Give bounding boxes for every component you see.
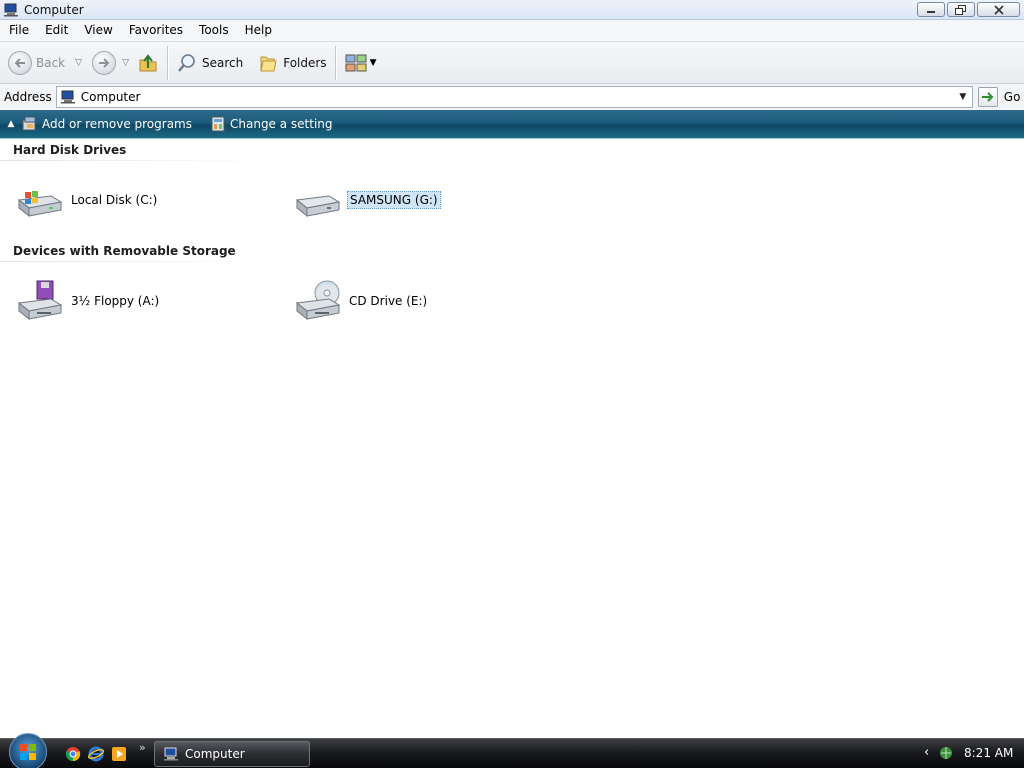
up-folder-button[interactable] bbox=[133, 47, 163, 79]
programs-icon bbox=[22, 116, 36, 131]
folders-label: Folders bbox=[283, 55, 327, 70]
show-hidden-icons-icon[interactable]: ‹ bbox=[924, 745, 929, 760]
views-dropdown-icon: ▼ bbox=[369, 57, 377, 68]
search-label: Search bbox=[201, 55, 244, 70]
media-player-icon[interactable] bbox=[111, 746, 127, 762]
address-field[interactable]: Computer ▼ bbox=[55, 86, 973, 108]
back-label: Back bbox=[36, 55, 66, 70]
drive-item-local-disk-c[interactable]: Local Disk (C:) bbox=[15, 178, 159, 222]
hard-drive-windows-icon bbox=[17, 191, 63, 218]
hard-drive-icon bbox=[295, 195, 341, 218]
chrome-icon[interactable] bbox=[65, 746, 81, 762]
menu-help[interactable]: Help bbox=[237, 20, 280, 41]
menu-bar: File Edit View Favorites Tools Help bbox=[0, 20, 1024, 41]
internet-explorer-icon[interactable] bbox=[88, 746, 104, 762]
search-icon bbox=[178, 53, 195, 72]
title-bar[interactable]: Computer bbox=[0, 0, 1024, 20]
drive-label: CD Drive (E:) bbox=[349, 294, 428, 308]
control-panel-icon bbox=[211, 116, 225, 132]
taskbar-window-label: Computer bbox=[185, 747, 245, 761]
drive-item-cd-e[interactable]: CD Drive (E:) bbox=[293, 279, 429, 323]
window-title: Computer bbox=[24, 2, 84, 17]
address-value: Computer bbox=[80, 90, 141, 104]
toolbar-separator bbox=[334, 45, 336, 80]
drive-label: SAMSUNG (G:) bbox=[347, 191, 441, 209]
collapse-icon[interactable]: ▲ bbox=[0, 119, 22, 129]
back-dropdown-icon[interactable]: ▽ bbox=[75, 58, 82, 68]
change-setting-link[interactable]: Change a setting bbox=[210, 116, 333, 132]
address-label: Address bbox=[4, 90, 52, 104]
floppy-drive-icon bbox=[17, 280, 63, 321]
go-button[interactable]: Go bbox=[977, 87, 1021, 107]
close-button[interactable] bbox=[977, 2, 1020, 17]
toolbar: Back ▽ ▽ Search Folders ▼ bbox=[0, 41, 1024, 84]
group-header-removable-storage: Devices with Removable Storage bbox=[13, 244, 236, 258]
window-controls bbox=[917, 2, 1020, 17]
forward-arrow-icon bbox=[92, 50, 117, 75]
folder-up-icon bbox=[139, 53, 157, 71]
address-bar: Address Computer ▼ Go bbox=[0, 84, 1024, 110]
add-remove-programs-link[interactable]: Add or remove programs bbox=[22, 116, 192, 132]
drive-item-samsung-g[interactable]: SAMSUNG (G:) bbox=[293, 178, 441, 222]
computer-icon bbox=[4, 3, 18, 16]
file-view[interactable]: Hard Disk Drives Local Disk (C:) SAMSUNG… bbox=[0, 140, 1024, 738]
folders-icon bbox=[260, 56, 277, 71]
add-remove-programs-label: Add or remove programs bbox=[42, 117, 192, 131]
folders-button[interactable]: Folders bbox=[253, 47, 330, 79]
forward-button[interactable] bbox=[88, 47, 120, 79]
change-setting-label: Change a setting bbox=[230, 117, 333, 131]
go-arrow-icon bbox=[977, 87, 998, 107]
menu-favorites[interactable]: Favorites bbox=[121, 20, 191, 41]
back-button[interactable]: Back bbox=[4, 47, 69, 79]
restore-button[interactable] bbox=[947, 2, 975, 17]
network-icon[interactable] bbox=[937, 745, 955, 761]
quick-launch-more-icon[interactable]: » bbox=[139, 741, 146, 754]
back-arrow-icon bbox=[8, 50, 32, 75]
windows-logo-icon bbox=[20, 744, 36, 760]
taskbar: » Computer ‹ 8:21 AM bbox=[0, 733, 1024, 768]
computer-icon bbox=[60, 90, 75, 104]
address-dropdown-icon[interactable]: ▼ bbox=[954, 87, 972, 107]
minimize-button[interactable] bbox=[917, 2, 945, 17]
menu-edit[interactable]: Edit bbox=[37, 20, 76, 41]
clock[interactable]: 8:21 AM bbox=[964, 746, 1013, 760]
taskbar-window-button[interactable]: Computer bbox=[154, 741, 310, 767]
drive-label: Local Disk (C:) bbox=[71, 193, 158, 207]
start-button[interactable] bbox=[9, 733, 47, 768]
task-band: ▲ Add or remove programs Change a settin… bbox=[0, 110, 1024, 139]
minimize-icon bbox=[927, 10, 935, 13]
toolbar-separator bbox=[166, 45, 168, 80]
forward-dropdown-icon[interactable]: ▽ bbox=[122, 58, 129, 68]
drive-item-floppy-a[interactable]: 3½ Floppy (A:) bbox=[15, 279, 161, 323]
views-button[interactable]: ▼ bbox=[340, 47, 381, 79]
group-header-hard-disks: Hard Disk Drives bbox=[13, 143, 127, 157]
close-icon bbox=[993, 4, 1004, 15]
search-button[interactable]: Search bbox=[172, 47, 247, 79]
group-divider bbox=[0, 160, 272, 161]
drive-label: 3½ Floppy (A:) bbox=[71, 294, 160, 308]
go-label: Go bbox=[1003, 90, 1021, 104]
computer-icon bbox=[164, 747, 178, 761]
group-divider bbox=[0, 261, 272, 262]
menu-tools[interactable]: Tools bbox=[191, 20, 237, 41]
menu-view[interactable]: View bbox=[76, 20, 120, 41]
views-icon bbox=[345, 54, 367, 71]
cd-drive-icon bbox=[295, 280, 341, 321]
menu-file[interactable]: File bbox=[1, 20, 37, 41]
restore-icon bbox=[955, 4, 966, 15]
